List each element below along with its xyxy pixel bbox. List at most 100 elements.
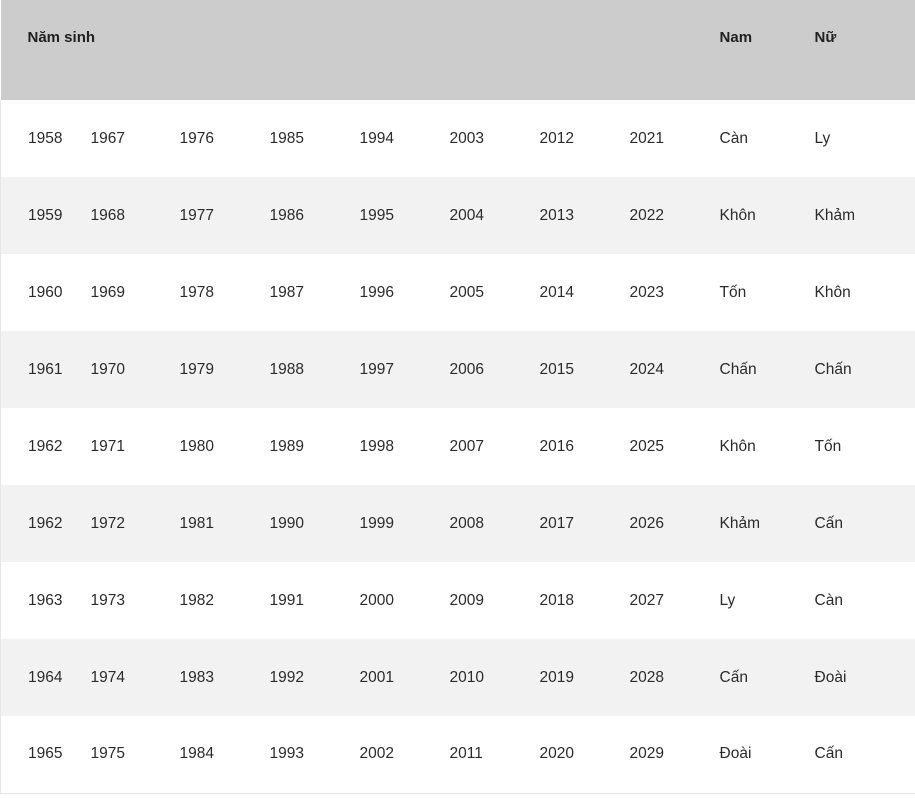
column-header-male: Nam [719, 0, 815, 100]
table-row: 1960 1969 1978 1987 1996 2005 2014 2023 Tốn Khôn [0, 254, 915, 331]
cell-birth-year: 2006 [449, 331, 540, 408]
cell-birth-year: 2002 [359, 716, 450, 794]
cell-female-trigram: Cấn [814, 716, 915, 794]
cell-birth-year: 2007 [449, 408, 540, 485]
cell-birth-year: 2003 [449, 100, 540, 177]
cell-birth-year: 1976 [179, 100, 270, 177]
cell-birth-year: 2020 [539, 716, 630, 794]
cell-birth-year: 2009 [449, 562, 540, 639]
cell-birth-year: 1983 [179, 639, 270, 716]
cell-birth-year: 1986 [269, 177, 360, 254]
cell-birth-year: 2015 [539, 331, 630, 408]
cell-birth-year: 2022 [629, 177, 720, 254]
cell-female-trigram: Ly [814, 100, 915, 177]
cell-birth-year: 2028 [629, 639, 720, 716]
cell-birth-year: 1996 [359, 254, 450, 331]
cell-birth-year: 2005 [449, 254, 540, 331]
column-header-birth-year: Năm sinh [0, 0, 720, 100]
cell-birth-year: 2001 [359, 639, 450, 716]
cell-birth-year: 2023 [629, 254, 720, 331]
cell-birth-year: 1999 [359, 485, 450, 562]
cell-birth-year: 1984 [179, 716, 270, 794]
kua-number-table-container: Năm sinh Nam Nữ 1958 1967 1976 1985 1994 2003… [0, 0, 915, 794]
cell-birth-year: 2000 [359, 562, 450, 639]
cell-birth-year: 2021 [629, 100, 720, 177]
cell-birth-year: 2029 [629, 716, 720, 794]
table-row: 1962 1971 1980 1989 1998 2007 2016 2025 Khôn Tốn [0, 408, 915, 485]
cell-birth-year: 1998 [359, 408, 450, 485]
cell-birth-year: 2011 [449, 716, 540, 794]
cell-birth-year: 1994 [359, 100, 450, 177]
cell-birth-year: 1969 [90, 254, 180, 331]
cell-birth-year: 1987 [269, 254, 360, 331]
cell-birth-year: 2014 [539, 254, 630, 331]
cell-female-trigram: Chấn [814, 331, 915, 408]
table-header: Năm sinh Nam Nữ [0, 0, 915, 100]
birth-year-trigram-table: Năm sinh Nam Nữ 1958 1967 1976 1985 1994 2003… [0, 0, 915, 794]
table-row: 1963 1973 1982 1991 2000 2009 2018 2027 Ly Càn [0, 562, 915, 639]
cell-birth-year: 1991 [269, 562, 360, 639]
cell-birth-year: 2008 [449, 485, 540, 562]
cell-birth-year: 2017 [539, 485, 630, 562]
table-body: 1958 1967 1976 1985 1994 2003 2012 2021 Càn Ly 195… [0, 100, 915, 794]
table-row: 1958 1967 1976 1985 1994 2003 2012 2021 Càn Ly [0, 100, 915, 177]
table-row: 1965 1975 1984 1993 2002 2011 2020 2029 Đoài Cấn [0, 716, 915, 794]
cell-male-trigram: Khảm [719, 485, 815, 562]
cell-birth-year: 2026 [629, 485, 720, 562]
cell-male-trigram: Càn [719, 100, 815, 177]
cell-birth-year: 1961 [0, 331, 91, 408]
cell-birth-year: 2018 [539, 562, 630, 639]
cell-birth-year: 2004 [449, 177, 540, 254]
cell-female-trigram: Tốn [814, 408, 915, 485]
cell-birth-year: 2012 [539, 100, 630, 177]
cell-birth-year: 2027 [629, 562, 720, 639]
cell-male-trigram: Khôn [719, 408, 815, 485]
cell-birth-year: 1995 [359, 177, 450, 254]
cell-female-trigram: Càn [814, 562, 915, 639]
cell-male-trigram: Tốn [719, 254, 815, 331]
cell-birth-year: 1962 [0, 485, 91, 562]
cell-birth-year: 1990 [269, 485, 360, 562]
cell-birth-year: 1970 [90, 331, 180, 408]
column-header-female: Nữ [814, 0, 915, 100]
cell-birth-year: 1989 [269, 408, 360, 485]
cell-birth-year: 1959 [0, 177, 91, 254]
cell-male-trigram: Đoài [719, 716, 815, 794]
cell-female-trigram: Khảm [814, 177, 915, 254]
cell-birth-year: 1978 [179, 254, 270, 331]
cell-female-trigram: Đoài [814, 639, 915, 716]
table-row: 1964 1974 1983 1992 2001 2010 2019 2028 Cấn Đoài [0, 639, 915, 716]
cell-birth-year: 1968 [90, 177, 180, 254]
cell-birth-year: 1971 [90, 408, 180, 485]
cell-birth-year: 1977 [179, 177, 270, 254]
cell-birth-year: 1981 [179, 485, 270, 562]
cell-birth-year: 1964 [0, 639, 91, 716]
cell-birth-year: 1993 [269, 716, 360, 794]
cell-birth-year: 1997 [359, 331, 450, 408]
cell-birth-year: 1980 [179, 408, 270, 485]
cell-birth-year: 1988 [269, 331, 360, 408]
cell-male-trigram: Khôn [719, 177, 815, 254]
cell-birth-year: 2010 [449, 639, 540, 716]
cell-birth-year: 2019 [539, 639, 630, 716]
cell-birth-year: 2013 [539, 177, 630, 254]
table-header-row: Năm sinh Nam Nữ [0, 0, 915, 100]
cell-male-trigram: Ly [719, 562, 815, 639]
cell-birth-year: 1965 [0, 716, 91, 794]
cell-birth-year: 1973 [90, 562, 180, 639]
cell-birth-year: 1960 [0, 254, 91, 331]
cell-female-trigram: Khôn [814, 254, 915, 331]
cell-male-trigram: Chấn [719, 331, 815, 408]
cell-birth-year: 1967 [90, 100, 180, 177]
cell-birth-year: 2025 [629, 408, 720, 485]
table-row: 1962 1972 1981 1990 1999 2008 2017 2026 Khảm Cấn [0, 485, 915, 562]
cell-birth-year: 1963 [0, 562, 91, 639]
table-row: 1961 1970 1979 1988 1997 2006 2015 2024 Chấn Chấn [0, 331, 915, 408]
cell-birth-year: 1979 [179, 331, 270, 408]
cell-birth-year: 1958 [0, 100, 91, 177]
cell-birth-year: 1972 [90, 485, 180, 562]
cell-birth-year: 2016 [539, 408, 630, 485]
cell-birth-year: 1962 [0, 408, 91, 485]
cell-birth-year: 1974 [90, 639, 180, 716]
table-row: 1959 1968 1977 1986 1995 2004 2013 2022 Khôn Khảm [0, 177, 915, 254]
